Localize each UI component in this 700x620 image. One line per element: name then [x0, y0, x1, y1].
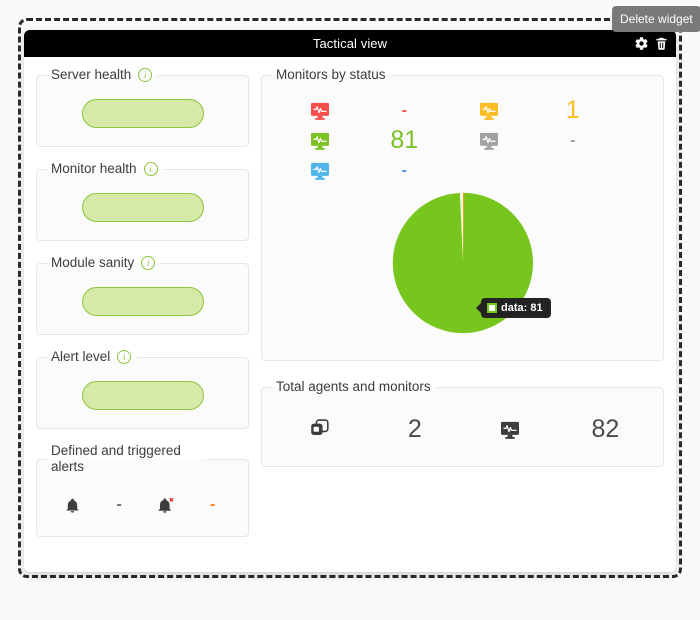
panel-title: Alert level — [51, 348, 111, 364]
total-monitors-value: 82 — [591, 415, 620, 444]
monitor-notinit-icon[interactable] — [310, 162, 330, 180]
panel-defined-triggered-alerts: Defined and triggered alerts - - — [36, 442, 249, 538]
monitors-pie-chart: data: 81 — [272, 190, 653, 352]
totals-row: 2 82 — [272, 402, 653, 458]
bell-alert-icon — [143, 496, 190, 515]
info-icon[interactable]: i — [138, 68, 153, 83]
alert-level-gauge — [81, 381, 204, 410]
widget-title: Tactical view — [312, 36, 388, 51]
widget-title-bar: Tactical view — [24, 30, 676, 57]
panel-module-sanity: Module sanity i — [36, 254, 249, 335]
alerts-row: - - — [47, 482, 238, 528]
pie-tooltip: data: 81 — [476, 297, 551, 318]
gauge-wrap — [47, 278, 238, 326]
panel-legend: Alert level i — [47, 349, 137, 366]
panel-title: Monitors by status — [276, 67, 386, 82]
delete-widget-tooltip: Delete widget — [612, 6, 700, 32]
server-health-gauge — [81, 99, 204, 129]
pie-tooltip-swatch — [487, 302, 497, 313]
agent-icon[interactable] — [309, 417, 330, 443]
gauge-wrap — [47, 90, 238, 138]
gauge-wrap — [47, 372, 238, 420]
panel-monitor-health: Monitor health i — [36, 160, 249, 241]
gauge-wrap — [47, 184, 238, 232]
panel-legend: Module sanity i — [47, 255, 161, 272]
panel-legend: Server health i — [47, 67, 158, 84]
monitor-health-gauge — [81, 193, 204, 223]
monitor-notinit-value: - — [401, 161, 407, 179]
monitor-critical-value: - — [401, 101, 407, 119]
total-agents-value: 2 — [407, 415, 422, 444]
panel-title: Defined and triggered alerts — [51, 442, 181, 475]
monitor-icon[interactable] — [500, 421, 520, 439]
gear-icon[interactable] — [634, 36, 649, 51]
monitor-warning-value: 1 — [565, 96, 580, 125]
panel-server-health: Server health i — [36, 67, 249, 147]
widget-body: Server health i Monitor health i Module … — [24, 57, 676, 572]
monitors-status-grid: - 1 81 - - — [272, 90, 653, 190]
triggered-alerts-value: - — [209, 496, 216, 514]
left-column: Server health i Monitor health i Module … — [36, 67, 249, 538]
defined-alerts-value: - — [116, 496, 122, 514]
panel-alert-level: Alert level i — [36, 348, 249, 429]
bell-icon — [49, 496, 96, 515]
panel-title: Server health — [51, 67, 132, 82]
panel-legend: Defined and triggered alerts — [47, 443, 207, 477]
panel-title: Module sanity — [51, 254, 135, 270]
info-icon[interactable]: i — [143, 162, 158, 177]
monitor-unknown-icon[interactable] — [479, 132, 499, 150]
info-icon[interactable]: i — [141, 256, 156, 271]
monitor-normal-value: 81 — [390, 126, 419, 155]
panel-legend: Monitor health i — [47, 161, 164, 178]
pie-tooltip-text: data: 81 — [501, 301, 543, 314]
monitor-critical-icon[interactable] — [310, 102, 330, 120]
panel-monitors-by-status: Monitors by status - 1 81 - - data: 81 — [261, 67, 664, 361]
panel-legend: Total agents and monitors — [272, 379, 437, 396]
defined-alerts-value-cell: - — [96, 497, 143, 513]
right-column: Monitors by status - 1 81 - - data: 81 T… — [261, 67, 664, 467]
monitor-normal-icon[interactable] — [310, 132, 330, 150]
panel-legend: Monitors by status — [272, 67, 392, 84]
monitor-unknown-value: - — [570, 131, 576, 149]
tactical-view-widget: Tactical view Server health i Monitor he… — [24, 30, 676, 572]
monitor-warning-icon[interactable] — [479, 102, 499, 120]
module-sanity-gauge — [81, 287, 204, 317]
panel-total-agents-monitors: Total agents and monitors 2 82 — [261, 378, 664, 467]
panel-title: Total agents and monitors — [276, 378, 431, 394]
widget-title-actions — [634, 30, 669, 57]
panel-title: Monitor health — [51, 160, 137, 176]
trash-icon[interactable] — [654, 36, 669, 51]
info-icon[interactable]: i — [117, 350, 132, 365]
triggered-alerts-value-cell: - — [189, 497, 236, 513]
